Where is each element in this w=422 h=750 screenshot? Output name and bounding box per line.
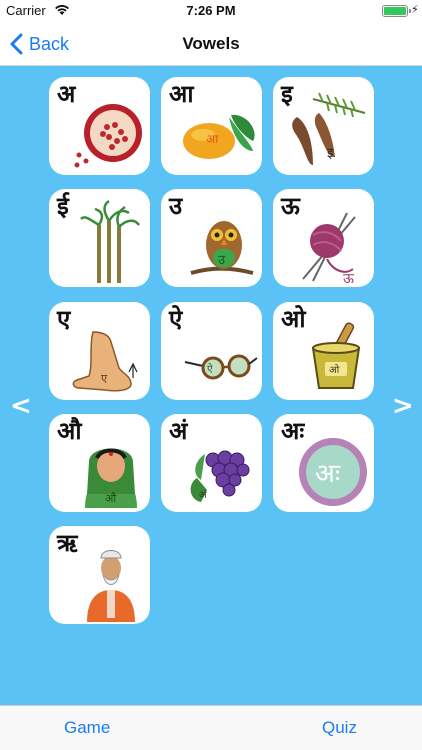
vowel-letter: अं (169, 417, 188, 445)
vowel-card[interactable]: आ आ (161, 77, 262, 175)
bottom-tab-bar: Game Quiz (0, 705, 422, 750)
tab-quiz[interactable]: Quiz (322, 718, 357, 738)
status-bar: Carrier 7:26 PM ⚡ (0, 0, 422, 22)
vowel-card[interactable]: ऐ ऐ (161, 302, 262, 400)
picture-letter: औ (105, 492, 117, 505)
tab-game[interactable]: Game (64, 718, 110, 738)
page-title: Vowels (182, 34, 240, 53)
picture-letter: आ (206, 132, 219, 146)
vowel-card[interactable]: अं अं (161, 414, 262, 512)
vowel-letter: उ (169, 192, 183, 220)
picture-letter: ए (101, 372, 108, 385)
battery-fill (384, 7, 406, 15)
vowel-card[interactable]: अः अः (273, 414, 374, 512)
picture-letter: ऐ (207, 363, 213, 375)
vowel-card[interactable]: औ औ (49, 414, 150, 512)
vowel-grid-area: अ आ आ इ इ ई उ उ ऊ ऊ ए ए ऐ ऐ ओ ओ औ औ अं अ… (0, 66, 422, 705)
vowel-letter: आ (169, 80, 194, 108)
vowel-letter: ओ (281, 305, 306, 333)
vowel-letter: ऋ (57, 529, 78, 557)
vowel-letter: अः (281, 417, 305, 445)
vowel-letter: ए (57, 305, 71, 333)
vowel-card[interactable]: इ इ (273, 77, 374, 175)
picture-letter: अः (315, 459, 341, 489)
navigation-bar: Back Vowels (0, 22, 422, 66)
vowel-card[interactable]: उ उ (161, 189, 262, 287)
vowel-letter: ई (57, 192, 69, 220)
vowel-letter: ऐ (169, 305, 183, 333)
picture-letter: ओ (329, 364, 340, 376)
previous-page-button[interactable]: < (10, 393, 32, 419)
picture-letter: अं (199, 489, 207, 501)
vowel-card[interactable]: अ (49, 77, 150, 175)
picture-letter: इ (327, 146, 334, 161)
picture-letter: ऊ (343, 271, 355, 287)
vowel-letter: अ (57, 80, 76, 108)
vowel-card[interactable]: ऋ (49, 526, 150, 624)
vowel-card[interactable]: ऊ ऊ (273, 189, 374, 287)
vowel-card[interactable]: ई (49, 189, 150, 287)
vowel-letter: ऊ (281, 192, 300, 220)
vowel-card[interactable]: ए ए (49, 302, 150, 400)
picture-letter: उ (218, 253, 226, 268)
charging-bolt-icon: ⚡ (411, 3, 419, 16)
next-page-button[interactable]: > (392, 393, 414, 419)
vowel-letter: औ (57, 417, 82, 445)
clock: 7:26 PM (186, 3, 236, 18)
battery-icon (382, 5, 408, 17)
vowel-letter: इ (281, 80, 293, 108)
vowel-card[interactable]: ओ ओ (273, 302, 374, 400)
